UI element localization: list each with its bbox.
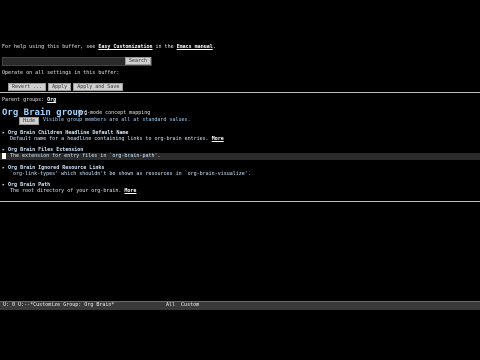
text-cursor [2,153,6,159]
parent-label: Parent groups: [2,97,48,103]
operate-text: Operate on all settings in this buffer: [2,70,120,76]
expand-arrow-icon[interactable]: ▸ [2,182,5,188]
mode-line-mode: All Custom [166,302,200,308]
apply-button[interactable]: Apply [48,83,72,91]
visible-note: Visible group members are all at standar… [43,117,191,123]
more-link[interactable]: More [124,188,136,194]
mode-line-buffer: U: 0 U:--*Customize Group: Org Brain* [3,302,115,308]
entry-doc-text: The root directory of your org-brain. [10,188,122,194]
help-line: For help using this buffer, see Easy Cus… [2,44,216,50]
emacs-manual-link[interactable]: Emacs manual [177,44,213,50]
easy-customization-link[interactable]: Easy Customization [98,44,152,50]
expand-arrow-icon[interactable]: ▸ [2,130,5,136]
entry-doc-text: Default name for a headline containing l… [10,136,209,142]
hide-button[interactable]: Hide [19,117,40,125]
revert-button[interactable]: Revert ... [8,83,47,91]
entry-doc: `org-link-types' which shouldn't be show… [10,171,251,177]
help-mid: in the [152,44,177,50]
entry-doc: The extension for entry files in `org-br… [10,153,161,159]
entry-doc: The root directory of your org-brain. Mo… [10,188,136,194]
apply-and-save-button[interactable]: Apply and Save [73,83,124,91]
more-link[interactable]: More [212,136,224,142]
entry-doc: Default name for a headline containing l… [10,136,224,142]
parent-org-link[interactable]: Org [47,97,56,103]
group-doc: Org-mode concept mapping [78,110,151,116]
help-suffix: . [212,44,216,50]
help-prefix: For help using this buffer, see [2,44,99,50]
separator [0,92,480,93]
parent-groups: Parent groups: Org [2,97,56,103]
operate-buttons: Revert ... Apply Apply and Save [2,77,125,91]
expand-arrow-icon[interactable]: ▸ [2,165,5,171]
separator [0,201,480,202]
search-button[interactable]: Search [125,57,152,65]
